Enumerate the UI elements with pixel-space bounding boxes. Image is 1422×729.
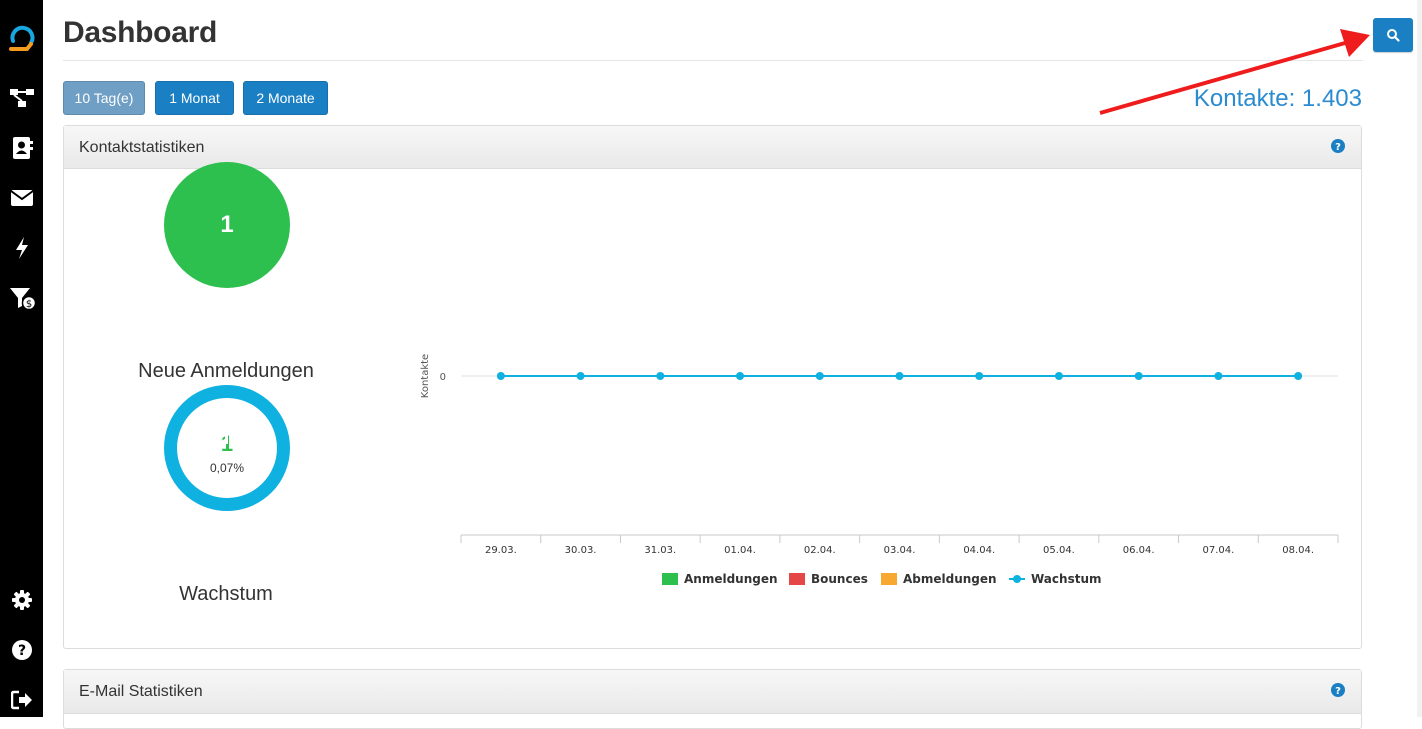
legend-label-bounces: Bounces — [811, 572, 868, 586]
x-tick-label: 01.04. — [724, 545, 756, 556]
page-title: Dashboard — [63, 16, 217, 49]
x-tick-label: 07.04. — [1203, 545, 1235, 556]
x-tick-label: 29.03. — [485, 545, 517, 556]
funnel-dollar-icon[interactable]: $ — [0, 283, 43, 313]
legend-symbol-anmeldungen — [662, 573, 678, 585]
legend-symbol-bounces — [789, 573, 805, 585]
wachstum-point — [1134, 372, 1143, 380]
y-axis-label: Kontakte — [420, 354, 431, 398]
range-button-10-days[interactable]: 10 Tag(e) — [63, 81, 145, 115]
wachstum-point — [576, 372, 585, 380]
gear-icon[interactable] — [0, 585, 43, 615]
wachstum-point — [815, 372, 824, 380]
legend-label-abmeldungen: Abmeldungen — [903, 572, 997, 586]
contact-stats-panel: Kontaktstatistiken ? 1 Neue Anmeldungen … — [63, 125, 1362, 649]
wachstum-point — [496, 372, 505, 380]
help-icon[interactable]: ? — [1331, 683, 1345, 697]
svg-text:?: ? — [1335, 686, 1341, 697]
wachstum-point — [1214, 372, 1223, 380]
x-tick-label: 02.04. — [804, 545, 836, 556]
bolt-icon[interactable] — [0, 233, 43, 263]
wachstum-point — [1054, 372, 1063, 380]
logout-icon[interactable] — [0, 685, 43, 715]
mail-icon[interactable] — [0, 183, 43, 213]
x-tick-label: 08.04. — [1282, 545, 1314, 556]
legend-label-anmeldungen: Anmeldungen — [684, 572, 778, 586]
svg-text:$: $ — [25, 299, 31, 310]
legend-marker-wachstum — [1013, 575, 1021, 583]
x-tick-label: 03.04. — [884, 545, 916, 556]
x-tick-label: 04.04. — [963, 545, 995, 556]
contacts-chart: Kontakte 0 29.03. 30.03. 31.03. 01.04. 02.04. 0… — [420, 354, 1339, 586]
panel-title: E-Mail Statistiken — [79, 683, 203, 700]
annotation-arrow — [1099, 29, 1370, 115]
wachstum-point — [736, 372, 745, 380]
x-tick-label: 05.04. — [1043, 545, 1075, 556]
sidebar: $ ? — [0, 0, 43, 717]
wachstum-point — [975, 372, 984, 380]
search-icon — [1387, 29, 1400, 42]
legend-label-wachstum: Wachstum — [1031, 572, 1102, 586]
flow-icon[interactable] — [0, 83, 43, 113]
email-stats-panel: E-Mail Statistiken ? — [63, 669, 1362, 729]
wachstum-point — [656, 372, 665, 380]
x-tick-label: 30.03. — [565, 545, 597, 556]
range-button-2-months[interactable]: 2 Monate — [243, 81, 328, 115]
logo-icon[interactable] — [0, 21, 43, 55]
wachstum-point — [895, 372, 904, 380]
scrollbar[interactable] — [1417, 0, 1422, 717]
x-tick-label: 06.04. — [1123, 545, 1155, 556]
help-icon[interactable]: ? — [0, 635, 43, 665]
legend-symbol-abmeldungen — [881, 573, 897, 585]
range-button-1-month[interactable]: 1 Monat — [155, 81, 234, 115]
wachstum-point — [1294, 372, 1303, 380]
y-tick-label: 0 — [440, 372, 446, 383]
panel-header: E-Mail Statistiken ? — [64, 670, 1361, 714]
x-tick-label: 31.03. — [644, 545, 676, 556]
svg-text:?: ? — [17, 643, 25, 659]
contacts-icon[interactable] — [0, 133, 43, 163]
